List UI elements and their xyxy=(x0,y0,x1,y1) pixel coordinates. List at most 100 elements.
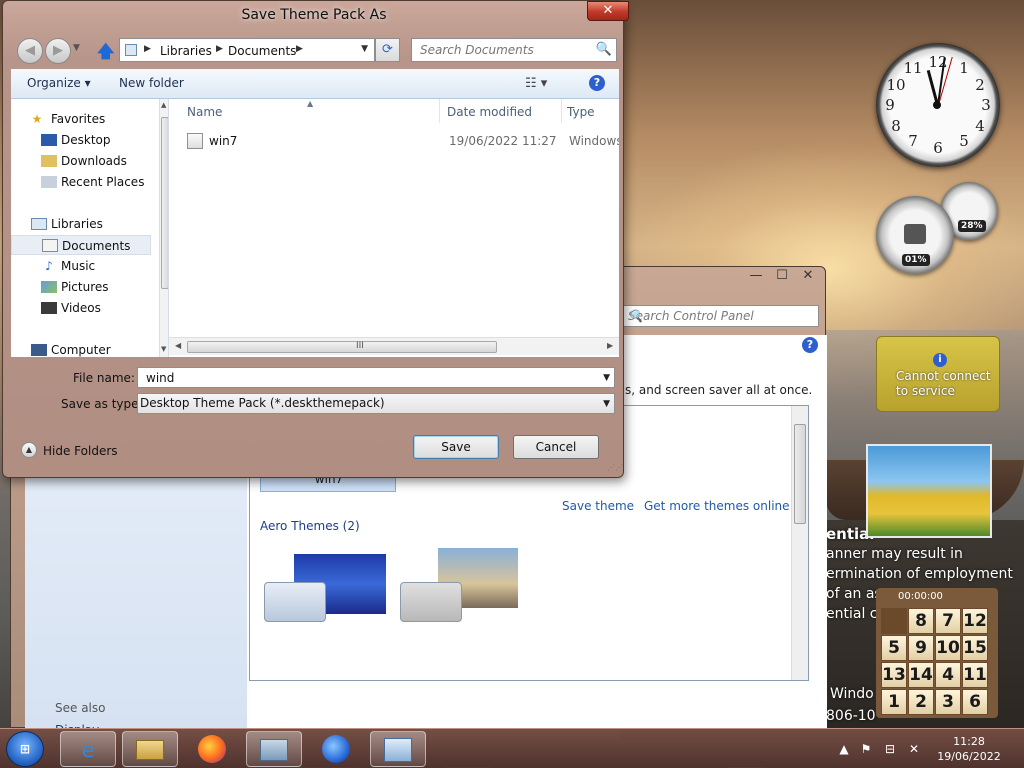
scroll-down-arrow[interactable]: ▼ xyxy=(161,345,166,353)
maximize-button[interactable]: ☐ xyxy=(769,267,795,285)
file-row[interactable]: win7 19/06/2022 11:27 Windows xyxy=(187,131,619,151)
scrollbar-thumb[interactable]: III xyxy=(187,341,497,353)
save-as-type-select[interactable]: Desktop Theme Pack (*.deskthemepack) ▼ xyxy=(137,393,615,414)
volume-muted-icon[interactable]: ✕ xyxy=(906,741,922,757)
search-icon[interactable]: 🔍 xyxy=(596,42,612,57)
aero-theme-thumbnail[interactable] xyxy=(264,582,326,622)
search-icon[interactable]: 🔍 xyxy=(628,309,814,323)
explorer-button[interactable] xyxy=(122,731,178,767)
file-name-combobox[interactable]: ▼ xyxy=(137,367,615,388)
nav-item-music[interactable]: ♪ Music xyxy=(11,256,151,276)
save-theme-link[interactable]: Save theme xyxy=(562,499,634,513)
recent-locations-dropdown[interactable]: ▼ xyxy=(73,43,80,53)
network-icon[interactable]: ⊟ xyxy=(882,741,898,757)
scroll-up-arrow[interactable]: ▲ xyxy=(161,101,166,109)
file-list-horizontal-scrollbar[interactable]: ◀ III ▶ xyxy=(169,337,619,355)
column-divider[interactable] xyxy=(561,99,562,123)
puzzle-tile[interactable]: 7 xyxy=(935,608,961,634)
nav-item-recent-places[interactable]: Recent Places xyxy=(11,172,151,192)
puzzle-tile-empty[interactable] xyxy=(881,608,907,634)
file-name-dropdown-arrow[interactable]: ▼ xyxy=(603,373,610,383)
nav-item-libraries[interactable]: Libraries xyxy=(11,214,151,234)
nav-label: Desktop xyxy=(61,133,111,147)
cancel-button[interactable]: Cancel xyxy=(513,435,599,459)
help-icon[interactable]: ? xyxy=(802,337,818,353)
nav-item-videos[interactable]: Videos xyxy=(11,298,151,318)
puzzle-tile[interactable]: 3 xyxy=(935,689,961,715)
file-name-input[interactable] xyxy=(138,368,594,387)
cpu-meter-gadget[interactable]: 01% xyxy=(876,196,954,274)
change-view-button[interactable]: ☷ ▾ xyxy=(525,76,547,91)
back-button[interactable]: ◀ xyxy=(17,38,43,64)
nav-item-documents[interactable]: Documents xyxy=(11,235,151,255)
puzzle-tile[interactable]: 2 xyxy=(908,689,934,715)
column-divider[interactable] xyxy=(439,99,440,123)
close-button[interactable]: ✕ xyxy=(587,1,629,21)
nav-item-computer[interactable]: Computer xyxy=(11,340,151,357)
puzzle-tile[interactable]: 5 xyxy=(881,635,907,661)
get-more-themes-link[interactable]: Get more themes online xyxy=(644,499,790,513)
save-theme-pack-dialog: Save Theme Pack As ✕ ◀ ▶ ▼ 🡅 ▶ Libraries… xyxy=(2,0,629,478)
search-box[interactable]: 🔍 xyxy=(411,38,617,62)
breadcrumb-documents[interactable]: Documents xyxy=(228,44,296,58)
task-manager-button[interactable] xyxy=(246,731,302,767)
column-header-name[interactable]: Name xyxy=(187,105,222,119)
scrollbar-thumb[interactable] xyxy=(161,117,168,289)
breadcrumb-separator[interactable]: ▶ xyxy=(216,44,223,54)
picture-puzzle-gadget[interactable]: 00:00:00 8 7 12 5 9 10 15 13 14 4 11 1 2… xyxy=(876,588,998,718)
hide-folders-label: Hide Folders xyxy=(43,444,118,458)
address-dropdown[interactable]: ▼ xyxy=(361,44,368,54)
start-button[interactable]: ⊞ xyxy=(6,731,44,767)
theme-list-scrollbar[interactable] xyxy=(791,406,808,680)
organize-button[interactable]: Organize ▾ xyxy=(27,76,91,90)
close-button[interactable]: ✕ xyxy=(795,267,821,285)
clock-gadget[interactable]: 12 1 2 3 4 5 6 7 8 9 10 11 xyxy=(876,43,1000,167)
internet-explorer-button[interactable]: e xyxy=(60,731,116,767)
column-header-type[interactable]: Type xyxy=(567,105,595,119)
puzzle-tile[interactable]: 11 xyxy=(962,662,988,688)
breadcrumb-separator[interactable]: ▶ xyxy=(296,44,303,54)
new-folder-button[interactable]: New folder xyxy=(119,76,184,90)
nav-item-pictures[interactable]: Pictures xyxy=(11,277,151,297)
action-center-flag-icon[interactable]: ⚑ xyxy=(858,741,874,757)
scroll-left-arrow[interactable]: ◀ xyxy=(175,341,181,350)
breadcrumb-separator[interactable]: ▶ xyxy=(144,44,151,54)
control-panel-button[interactable] xyxy=(370,731,426,767)
puzzle-tile[interactable]: 9 xyxy=(908,635,934,661)
firefox-button[interactable] xyxy=(184,731,240,767)
puzzle-tile[interactable]: 15 xyxy=(962,635,988,661)
nav-item-downloads[interactable]: Downloads xyxy=(11,151,151,171)
puzzle-tile[interactable]: 6 xyxy=(962,689,988,715)
scrollbar-thumb[interactable] xyxy=(794,424,806,524)
column-header-date-modified[interactable]: Date modified xyxy=(447,105,532,119)
taskbar-clock[interactable]: 11:28 19/06/2022 xyxy=(934,734,1004,764)
navigation-scrollbar[interactable]: ▲ ▼ xyxy=(159,99,168,357)
puzzle-tile[interactable]: 12 xyxy=(962,608,988,634)
save-as-type-dropdown-arrow[interactable]: ▼ xyxy=(603,399,610,409)
refresh-button[interactable]: ⟳ xyxy=(375,38,400,62)
aero-theme-thumbnail[interactable] xyxy=(400,582,462,622)
nav-item-favorites[interactable]: ★ Favorites xyxy=(11,109,151,129)
control-panel-search-input[interactable]: Search Control Panel 🔍 xyxy=(623,305,819,327)
search-input[interactable] xyxy=(412,39,592,61)
thunderbird-button[interactable] xyxy=(308,731,364,767)
help-icon[interactable]: ? xyxy=(589,75,605,91)
forward-button[interactable]: ▶ xyxy=(45,38,71,64)
up-arrow-icon[interactable]: 🡅 xyxy=(97,39,114,68)
slideshow-gadget[interactable] xyxy=(866,444,992,538)
puzzle-tile[interactable]: 4 xyxy=(935,662,961,688)
puzzle-tile[interactable]: 10 xyxy=(935,635,961,661)
address-bar[interactable]: ▶ Libraries ▶ Documents ▶ ▼ xyxy=(119,38,375,62)
feed-headlines-gadget[interactable]: i Cannot connect to service xyxy=(876,336,1000,412)
scroll-right-arrow[interactable]: ▶ xyxy=(607,341,613,350)
show-hidden-icons-arrow[interactable]: ▲ xyxy=(836,741,852,757)
minimize-button[interactable]: — xyxy=(743,267,769,285)
puzzle-tile[interactable]: 13 xyxy=(881,662,907,688)
breadcrumb-libraries[interactable]: Libraries xyxy=(160,44,212,58)
nav-item-desktop[interactable]: Desktop xyxy=(11,130,151,150)
resize-grip[interactable]: ⋰⋰ xyxy=(607,463,623,472)
puzzle-tile[interactable]: 1 xyxy=(881,689,907,715)
puzzle-tile[interactable]: 14 xyxy=(908,662,934,688)
save-button[interactable]: Save xyxy=(413,435,499,459)
puzzle-tile[interactable]: 8 xyxy=(908,608,934,634)
